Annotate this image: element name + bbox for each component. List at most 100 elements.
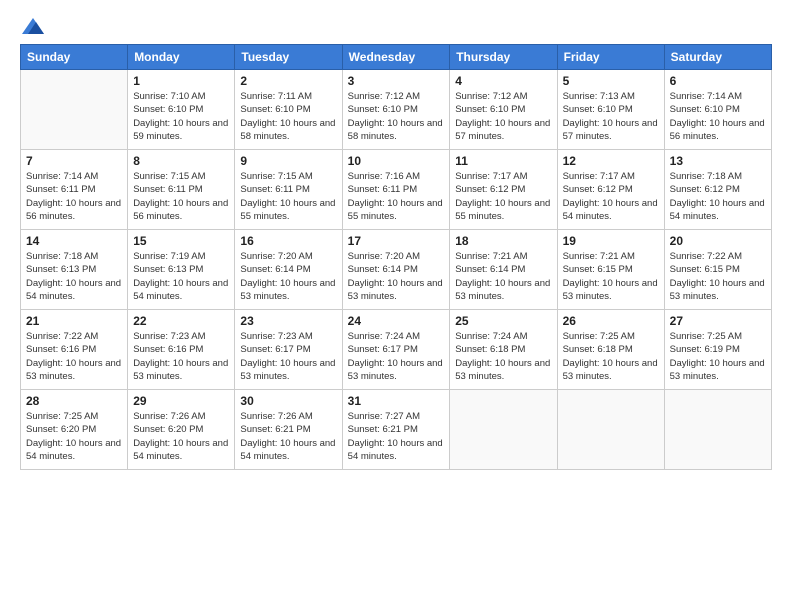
- day-number: 9: [240, 154, 336, 168]
- col-header-tuesday: Tuesday: [235, 45, 342, 70]
- calendar-cell: [21, 70, 128, 150]
- calendar-cell: [664, 390, 771, 470]
- calendar-cell: 23 Sunrise: 7:23 AM Sunset: 6:17 PM Dayli…: [235, 310, 342, 390]
- week-row-0: 1Sunrise: 7:10 AM Sunset: 6:10 PM Daylig…: [21, 70, 772, 150]
- day-number: 18: [455, 234, 551, 248]
- header: [20, 18, 772, 34]
- calendar-cell: [450, 390, 557, 470]
- day-number: 16: [240, 234, 336, 248]
- day-info: Sunrise: 7:17 AM Sunset: 6:12 PM Dayligh…: [563, 170, 659, 223]
- day-number: 3: [348, 74, 445, 88]
- col-header-monday: Monday: [128, 45, 235, 70]
- calendar-cell: 29 Sunrise: 7:26 AM Sunset: 6:20 PM Dayli…: [128, 390, 235, 470]
- calendar-cell: 15 Sunrise: 7:19 AM Sunset: 6:13 PM Dayli…: [128, 230, 235, 310]
- calendar-cell: 30Sunrise: 7:26 AM Sunset: 6:21 PM Dayli…: [235, 390, 342, 470]
- col-header-wednesday: Wednesday: [342, 45, 450, 70]
- day-number: 13: [670, 154, 766, 168]
- day-number: 27: [670, 314, 766, 328]
- day-info: Sunrise: 7:24 AM Sunset: 6:17 PM Dayligh…: [348, 330, 445, 383]
- day-number: 25: [455, 314, 551, 328]
- day-info: Sunrise: 7:16 AM Sunset: 6:11 PM Dayligh…: [348, 170, 445, 223]
- day-number: 17: [348, 234, 445, 248]
- day-info: Sunrise: 7:15 AM Sunset: 6:11 PM Dayligh…: [133, 170, 229, 223]
- col-header-sunday: Sunday: [21, 45, 128, 70]
- day-info: Sunrise: 7:12 AM Sunset: 6:10 PM Dayligh…: [455, 90, 551, 143]
- calendar-cell: 7 Sunrise: 7:14 AM Sunset: 6:11 PM Daylig…: [21, 150, 128, 230]
- day-number: 5: [563, 74, 659, 88]
- day-info: Sunrise: 7:20 AM Sunset: 6:14 PM Dayligh…: [348, 250, 445, 303]
- calendar-cell: 13 Sunrise: 7:18 AM Sunset: 6:12 PM Dayli…: [664, 150, 771, 230]
- calendar-cell: 31Sunrise: 7:27 AM Sunset: 6:21 PM Dayli…: [342, 390, 450, 470]
- day-number: 14: [26, 234, 122, 248]
- calendar-cell: 26Sunrise: 7:25 AM Sunset: 6:18 PM Dayli…: [557, 310, 664, 390]
- day-info: Sunrise: 7:19 AM Sunset: 6:13 PM Dayligh…: [133, 250, 229, 303]
- col-header-saturday: Saturday: [664, 45, 771, 70]
- day-info: Sunrise: 7:18 AM Sunset: 6:12 PM Dayligh…: [670, 170, 766, 223]
- day-info: Sunrise: 7:24 AM Sunset: 6:18 PM Dayligh…: [455, 330, 551, 383]
- calendar-cell: 19Sunrise: 7:21 AM Sunset: 6:15 PM Dayli…: [557, 230, 664, 310]
- week-row-3: 21 Sunrise: 7:22 AM Sunset: 6:16 PM Dayli…: [21, 310, 772, 390]
- calendar-cell: 27 Sunrise: 7:25 AM Sunset: 6:19 PM Dayli…: [664, 310, 771, 390]
- calendar-cell: 20Sunrise: 7:22 AM Sunset: 6:15 PM Dayli…: [664, 230, 771, 310]
- day-info: Sunrise: 7:17 AM Sunset: 6:12 PM Dayligh…: [455, 170, 551, 223]
- day-info: Sunrise: 7:22 AM Sunset: 6:16 PM Dayligh…: [26, 330, 122, 383]
- day-number: 1: [133, 74, 229, 88]
- day-number: 21: [26, 314, 122, 328]
- calendar-cell: [557, 390, 664, 470]
- day-info: Sunrise: 7:11 AM Sunset: 6:10 PM Dayligh…: [240, 90, 336, 143]
- calendar-cell: 24 Sunrise: 7:24 AM Sunset: 6:17 PM Dayli…: [342, 310, 450, 390]
- calendar-cell: 3Sunrise: 7:12 AM Sunset: 6:10 PM Daylig…: [342, 70, 450, 150]
- day-info: Sunrise: 7:27 AM Sunset: 6:21 PM Dayligh…: [348, 410, 445, 463]
- calendar-cell: 9 Sunrise: 7:15 AM Sunset: 6:11 PM Daylig…: [235, 150, 342, 230]
- day-info: Sunrise: 7:18 AM Sunset: 6:13 PM Dayligh…: [26, 250, 122, 303]
- calendar-cell: 5 Sunrise: 7:13 AM Sunset: 6:10 PM Daylig…: [557, 70, 664, 150]
- day-number: 20: [670, 234, 766, 248]
- calendar-cell: 6 Sunrise: 7:14 AM Sunset: 6:10 PM Daylig…: [664, 70, 771, 150]
- week-row-4: 28 Sunrise: 7:25 AM Sunset: 6:20 PM Dayli…: [21, 390, 772, 470]
- day-info: Sunrise: 7:25 AM Sunset: 6:20 PM Dayligh…: [26, 410, 122, 463]
- calendar-cell: 4Sunrise: 7:12 AM Sunset: 6:10 PM Daylig…: [450, 70, 557, 150]
- calendar-cell: 22Sunrise: 7:23 AM Sunset: 6:16 PM Dayli…: [128, 310, 235, 390]
- week-row-1: 7 Sunrise: 7:14 AM Sunset: 6:11 PM Daylig…: [21, 150, 772, 230]
- col-header-thursday: Thursday: [450, 45, 557, 70]
- calendar-cell: 2Sunrise: 7:11 AM Sunset: 6:10 PM Daylig…: [235, 70, 342, 150]
- calendar-cell: 11Sunrise: 7:17 AM Sunset: 6:12 PM Dayli…: [450, 150, 557, 230]
- day-number: 7: [26, 154, 122, 168]
- day-number: 24: [348, 314, 445, 328]
- day-info: Sunrise: 7:21 AM Sunset: 6:14 PM Dayligh…: [455, 250, 551, 303]
- day-info: Sunrise: 7:15 AM Sunset: 6:11 PM Dayligh…: [240, 170, 336, 223]
- day-info: Sunrise: 7:13 AM Sunset: 6:10 PM Dayligh…: [563, 90, 659, 143]
- calendar-cell: 17 Sunrise: 7:20 AM Sunset: 6:14 PM Dayli…: [342, 230, 450, 310]
- day-number: 29: [133, 394, 229, 408]
- page: SundayMondayTuesdayWednesdayThursdayFrid…: [0, 0, 792, 612]
- day-info: Sunrise: 7:23 AM Sunset: 6:16 PM Dayligh…: [133, 330, 229, 383]
- calendar-cell: 16 Sunrise: 7:20 AM Sunset: 6:14 PM Dayli…: [235, 230, 342, 310]
- day-number: 10: [348, 154, 445, 168]
- day-number: 6: [670, 74, 766, 88]
- logo-icon: [22, 18, 44, 34]
- calendar-cell: 8Sunrise: 7:15 AM Sunset: 6:11 PM Daylig…: [128, 150, 235, 230]
- calendar-cell: 28 Sunrise: 7:25 AM Sunset: 6:20 PM Dayli…: [21, 390, 128, 470]
- day-number: 30: [240, 394, 336, 408]
- day-number: 28: [26, 394, 122, 408]
- day-number: 19: [563, 234, 659, 248]
- calendar-cell: 25 Sunrise: 7:24 AM Sunset: 6:18 PM Dayli…: [450, 310, 557, 390]
- day-number: 23: [240, 314, 336, 328]
- day-info: Sunrise: 7:26 AM Sunset: 6:20 PM Dayligh…: [133, 410, 229, 463]
- calendar-cell: 10 Sunrise: 7:16 AM Sunset: 6:11 PM Dayli…: [342, 150, 450, 230]
- day-info: Sunrise: 7:14 AM Sunset: 6:10 PM Dayligh…: [670, 90, 766, 143]
- day-info: Sunrise: 7:25 AM Sunset: 6:19 PM Dayligh…: [670, 330, 766, 383]
- calendar-cell: 14 Sunrise: 7:18 AM Sunset: 6:13 PM Dayli…: [21, 230, 128, 310]
- calendar-cell: 21 Sunrise: 7:22 AM Sunset: 6:16 PM Dayli…: [21, 310, 128, 390]
- day-number: 12: [563, 154, 659, 168]
- calendar-cell: 1Sunrise: 7:10 AM Sunset: 6:10 PM Daylig…: [128, 70, 235, 150]
- day-info: Sunrise: 7:23 AM Sunset: 6:17 PM Dayligh…: [240, 330, 336, 383]
- day-info: Sunrise: 7:20 AM Sunset: 6:14 PM Dayligh…: [240, 250, 336, 303]
- day-info: Sunrise: 7:14 AM Sunset: 6:11 PM Dayligh…: [26, 170, 122, 223]
- day-info: Sunrise: 7:25 AM Sunset: 6:18 PM Dayligh…: [563, 330, 659, 383]
- calendar-cell: 18 Sunrise: 7:21 AM Sunset: 6:14 PM Dayli…: [450, 230, 557, 310]
- day-number: 15: [133, 234, 229, 248]
- col-header-friday: Friday: [557, 45, 664, 70]
- calendar-cell: 12 Sunrise: 7:17 AM Sunset: 6:12 PM Dayli…: [557, 150, 664, 230]
- week-row-2: 14 Sunrise: 7:18 AM Sunset: 6:13 PM Dayli…: [21, 230, 772, 310]
